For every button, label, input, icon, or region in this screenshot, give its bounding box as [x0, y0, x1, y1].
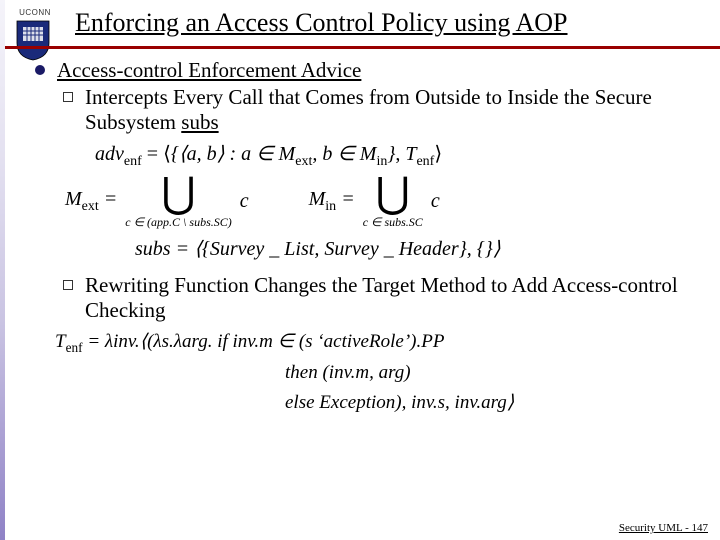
subs-lhs: subs: [135, 238, 171, 260]
tenf-row-3: else Exception), inv.s, inv.arg⟩: [55, 388, 700, 418]
union-symbol-2: ⋃: [376, 176, 410, 214]
bullet-1-subs: subs: [181, 110, 218, 134]
union-body-1: c: [240, 190, 249, 213]
mext-lhs: Mext =: [65, 188, 117, 215]
formula-tenf: Tenf = λinv.⟨(λs.λarg. if inv.m ∈ (s ‘ac…: [55, 327, 700, 419]
min-sub-2: in: [325, 199, 336, 214]
if-kw: if: [217, 331, 228, 352]
M-1: M: [65, 188, 82, 210]
bullet-1-text: Intercepts Every Call that Comes from Ou…: [85, 85, 652, 134]
mext-sub-1: ext: [295, 154, 312, 169]
title-rule: [5, 46, 720, 49]
shield-icon: [15, 19, 51, 61]
union-sub-2: c ∈ subs.SC: [363, 216, 423, 228]
set-mid: , b ∈ M: [312, 143, 376, 165]
T-1: T: [405, 143, 416, 165]
mext-block: Mext = ⋃ c ∈ (app.C \ subs.SC) c: [65, 176, 249, 228]
lambda-inv: = λinv.⟨(λs.λarg.: [83, 331, 218, 352]
set-definitions: Mext = ⋃ c ∈ (app.C \ subs.SC) c Min = ⋃…: [65, 176, 700, 228]
subs-close: }, {}⟩: [459, 238, 501, 260]
else-body: Exception: [315, 392, 396, 413]
eq-3: =: [336, 188, 355, 210]
big-union-1: ⋃ c ∈ (app.C \ subs.SC): [125, 176, 231, 228]
tenf-row-1: Tenf = λinv.⟨(λs.λarg. if inv.m ∈ (s ‘ac…: [55, 327, 700, 358]
comma-1: ,: [395, 143, 405, 165]
bullet-1: Intercepts Every Call that Comes from Ou…: [63, 85, 700, 135]
else-kw: else: [285, 392, 315, 413]
eq-2: =: [99, 188, 118, 210]
slide-body: Access-control Enforcement Advice Interc…: [35, 58, 700, 419]
adv-sub: enf: [124, 154, 142, 169]
rangle-1: ⟩: [434, 143, 442, 165]
subs-sep: ,: [314, 238, 324, 260]
tenf-row-2: then (inv.m, arg): [55, 358, 700, 388]
M-2: M: [309, 188, 326, 210]
heading-1: Access-control Enforcement Advice: [35, 58, 700, 83]
slide-title: Enforcing an Access Control Policy using…: [75, 8, 710, 38]
bullet-2: Rewriting Function Changes the Target Me…: [63, 273, 700, 323]
tenf-lhs: T: [55, 331, 66, 352]
subs-eq: = ⟨{: [171, 238, 210, 260]
subs-item-2: Survey _ Header: [324, 238, 458, 260]
then-body: (inv.m, arg): [318, 362, 411, 383]
slide-footer: Security UML - 147: [619, 522, 708, 534]
formula-subs: subs = ⟨{Survey _ List, Survey _ Header}…: [135, 236, 700, 261]
tenf-tail: ), inv.s, inv.arg⟩: [395, 392, 514, 413]
formula-advenf: advenf = ⟨{⟨a, b⟩ : a ∈ Mext, b ∈ Min}, …: [95, 141, 700, 170]
union-body-2: c: [431, 190, 440, 213]
union-sub-1: c ∈ (app.C \ subs.SC): [125, 216, 231, 228]
set-open: {⟨a, b⟩ : a ∈ M: [171, 143, 295, 165]
mext-sub-2: ext: [82, 199, 99, 214]
tenf-sub-1: enf: [416, 154, 434, 169]
then-kw: then: [285, 362, 318, 383]
eq-1: =: [142, 143, 163, 165]
min-block: Min = ⋃ c ∈ subs.SC c: [309, 176, 440, 228]
big-union-2: ⋃ c ∈ subs.SC: [363, 176, 423, 228]
tenf-sub-2: enf: [66, 340, 83, 355]
org-name: UCONN: [15, 8, 55, 17]
union-symbol-1: ⋃: [161, 176, 195, 214]
inv-m: inv.m ∈ (s ‘activeRole’).PP: [228, 331, 445, 352]
subs-item-1: Survey _ List: [210, 238, 314, 260]
min-lhs: Min =: [309, 188, 355, 215]
adv-lhs: adv: [95, 143, 124, 165]
min-sub-1: in: [376, 154, 387, 169]
langle-1: ⟨: [163, 143, 171, 165]
